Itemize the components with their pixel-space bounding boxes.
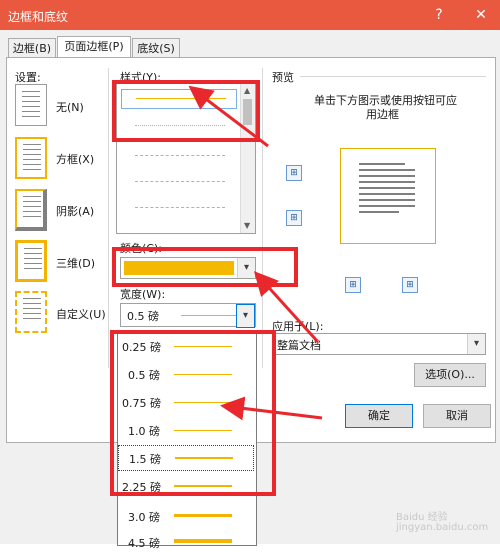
watermark-line2: jingyan.baidu.com [396,522,489,533]
arrow-to-style [188,85,269,148]
arrow-to-width [220,396,323,421]
arrow-to-color [253,271,320,344]
watermark-line1: Baidu 经验 [396,512,448,523]
annotation-arrows [188,85,323,421]
